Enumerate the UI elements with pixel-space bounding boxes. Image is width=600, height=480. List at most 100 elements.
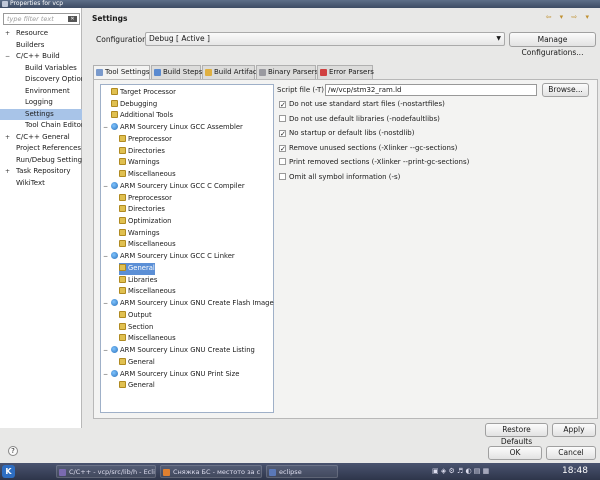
tab-label: Build Steps: [163, 68, 203, 76]
option-checkbox-row[interactable]: Remove unused sections (-Xlinker --gc-se…: [279, 143, 457, 154]
clear-filter-icon[interactable]: ✕: [68, 16, 77, 22]
sidebar-item[interactable]: Build Variables: [0, 63, 82, 75]
tree-item-label: Preprocessor: [128, 193, 172, 202]
tree-item-label: ARM Sourcery Linux GNU Print Size: [120, 369, 240, 378]
option-checkbox-row[interactable]: Do not use standard start files (-nostar…: [279, 99, 445, 110]
sidebar-item[interactable]: Logging: [0, 97, 82, 109]
tab[interactable]: Tool Settings: [93, 65, 150, 80]
tree-item[interactable]: Warnings: [119, 157, 160, 169]
option-category-icon: [119, 170, 126, 178]
sidebar-item[interactable]: Project References: [0, 143, 82, 155]
script-file-input[interactable]: /w/vcp/stm32_ram.ld: [325, 84, 537, 96]
tree-item[interactable]: Section: [119, 322, 153, 334]
expand-toggle-icon[interactable]: −: [103, 369, 108, 381]
tree-item[interactable]: Libraries: [119, 275, 157, 287]
tree-item[interactable]: Warnings: [119, 228, 160, 240]
help-icon[interactable]: ?: [8, 446, 18, 456]
kde-menu-icon[interactable]: K: [2, 465, 15, 478]
tree-item[interactable]: Additional Tools: [111, 110, 173, 122]
tree-item[interactable]: Miscellaneous: [119, 333, 176, 345]
option-checkbox-row[interactable]: Omit all symbol information (-s): [279, 172, 400, 183]
tree-item[interactable]: Miscellaneous: [119, 169, 176, 181]
tree-item[interactable]: Miscellaneous: [119, 286, 176, 298]
taskbar-item[interactable]: C/C++ - vcp/src/lib/h - Ecli: [56, 465, 156, 478]
taskbar-item[interactable]: Сняжка БС - местото за с: [160, 465, 262, 478]
tree-item[interactable]: − ARM Sourcery Linux GNU Create Flash Ima…: [103, 298, 274, 310]
option-category-icon: [119, 193, 126, 201]
tree-item[interactable]: Preprocessor: [119, 134, 172, 146]
tree-item[interactable]: − ARM Sourcery Linux GCC C Linker: [103, 251, 235, 263]
expand-toggle-icon[interactable]: −: [103, 251, 108, 263]
sidebar-item[interactable]: Tool Chain Editor: [0, 120, 82, 132]
option-checkbox-row[interactable]: Print removed sections (-Xlinker --print…: [279, 157, 469, 168]
taskbar-item[interactable]: eclipse: [266, 465, 338, 478]
checkbox-checked-icon[interactable]: [279, 144, 286, 152]
browse-button[interactable]: Browse...: [542, 83, 589, 97]
sidebar-item-label: C/C++ Build: [16, 52, 60, 60]
window-icon: [2, 1, 8, 7]
tree-item[interactable]: Directories: [119, 146, 165, 158]
option-checkbox-row[interactable]: No startup or default libs (-nostdlib): [279, 128, 414, 139]
expand-toggle-icon[interactable]: −: [103, 181, 108, 193]
expand-toggle-icon[interactable]: −: [5, 51, 10, 63]
tree-item[interactable]: − ARM Sourcery Linux GCC Assembler: [103, 122, 243, 134]
sidebar-item[interactable]: + C/C++ General: [0, 132, 82, 144]
sidebar-item[interactable]: + Resource: [0, 28, 82, 40]
sidebar-item[interactable]: Environment: [0, 86, 82, 98]
sidebar-item[interactable]: WikiText: [0, 178, 82, 190]
sidebar-item-label: Resource: [16, 29, 49, 37]
tree-item[interactable]: Preprocessor: [119, 193, 172, 205]
clock[interactable]: 18:48: [562, 463, 588, 480]
cancel-button[interactable]: Cancel: [546, 446, 596, 460]
tab-icon: [205, 69, 212, 76]
expand-toggle-icon[interactable]: +: [5, 166, 10, 178]
tab[interactable]: Error Parsers: [317, 65, 374, 79]
sidebar-item[interactable]: Run/Debug Settings: [0, 155, 82, 167]
checkbox-icon[interactable]: [279, 158, 286, 166]
tree-item[interactable]: General: [119, 262, 155, 275]
tab[interactable]: Build Steps: [151, 65, 203, 79]
checkbox-checked-icon[interactable]: [279, 130, 286, 138]
tab[interactable]: Binary Parsers: [256, 65, 318, 79]
expand-toggle-icon[interactable]: +: [5, 132, 10, 144]
sidebar-item[interactable]: Builders: [0, 40, 82, 52]
option-checkbox-row[interactable]: Do not use default libraries (-nodefault…: [279, 114, 440, 125]
apply-button[interactable]: Apply: [552, 423, 596, 437]
option-category-icon: [119, 322, 126, 330]
nav-arrows[interactable]: ⇦ ▾ ⇨ ▾: [546, 13, 592, 21]
sidebar-item[interactable]: − C/C++ Build: [0, 51, 82, 63]
checkbox-icon[interactable]: [279, 173, 286, 180]
tab[interactable]: Build Artifact: [202, 65, 260, 79]
script-file-label: Script file (-T): [277, 86, 325, 94]
tree-item[interactable]: General: [119, 380, 155, 392]
system-tray-icons[interactable]: ▣ ◈ ⚙ ♬ ◐ ▤ ▦: [432, 466, 489, 477]
option-category-icon: [119, 310, 126, 318]
checkbox-icon[interactable]: [279, 114, 286, 122]
tree-item[interactable]: Target Processor: [111, 87, 176, 99]
checkbox-checked-icon[interactable]: [279, 101, 286, 108]
sidebar-item[interactable]: Settings: [0, 108, 82, 120]
tree-item[interactable]: Debugging: [111, 99, 157, 111]
expand-toggle-icon[interactable]: −: [103, 122, 108, 134]
tree-item[interactable]: Miscellaneous: [119, 239, 176, 251]
tree-item[interactable]: General: [119, 357, 155, 369]
tree-item[interactable]: Directories: [119, 204, 165, 216]
tree-item[interactable]: − ARM Sourcery Linux GNU Create Listing: [103, 345, 255, 357]
tree-item[interactable]: Output: [119, 310, 152, 322]
tree-item[interactable]: Optimization: [119, 216, 171, 228]
ok-button[interactable]: OK: [488, 446, 542, 460]
tree-item[interactable]: − ARM Sourcery Linux GNU Print Size: [103, 369, 240, 381]
configuration-value: Debug [ Active ]: [149, 34, 210, 43]
filter-input[interactable]: type filter text ✕: [3, 13, 80, 25]
taskbar-item-label: eclipse: [279, 468, 302, 476]
configuration-select[interactable]: Debug [ Active ] ▼: [145, 32, 505, 46]
expand-toggle-icon[interactable]: −: [103, 345, 108, 357]
sidebar-item[interactable]: Discovery Option: [0, 74, 82, 86]
sidebar-item[interactable]: + Task Repository: [0, 166, 82, 178]
manage-configurations-button[interactable]: Manage Configurations...: [509, 32, 596, 57]
expand-toggle-icon[interactable]: +: [5, 28, 10, 40]
restore-defaults-button[interactable]: Restore Defaults: [485, 423, 548, 446]
sidebar-item-label: Build Variables: [25, 63, 77, 72]
expand-toggle-icon[interactable]: −: [103, 298, 108, 310]
tree-item[interactable]: − ARM Sourcery Linux GCC C Compiler: [103, 181, 245, 193]
